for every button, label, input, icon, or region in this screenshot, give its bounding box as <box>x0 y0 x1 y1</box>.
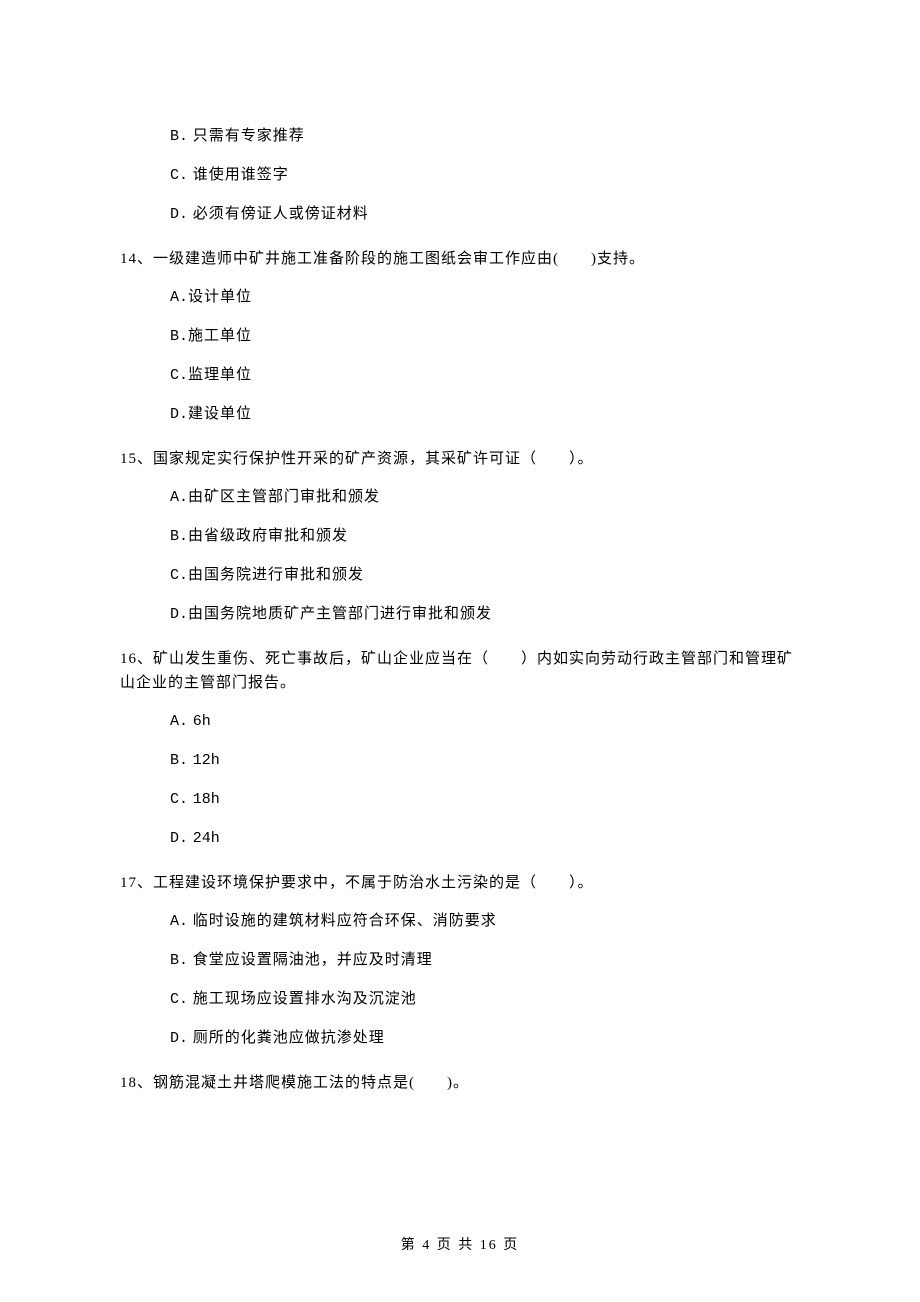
option-marker: B. <box>170 752 188 769</box>
option-marker: B. <box>170 528 188 545</box>
option-text: 必须有傍证人或傍证材料 <box>193 206 369 222</box>
option-text: 12h <box>193 752 220 769</box>
option-marker: D. <box>170 830 188 847</box>
option-15-c: C.由国务院进行审批和颁发 <box>170 563 800 588</box>
option-prev-c: C. 谁使用谁签字 <box>170 163 800 188</box>
question-16: 16、矿山发生重伤、死亡事故后，矿山企业应当在（ ）内如实向劳动行政主管部门和管… <box>120 647 800 695</box>
option-text: 由矿区主管部门审批和颁发 <box>188 489 380 505</box>
option-14-a: A.设计单位 <box>170 285 800 310</box>
option-text: 设计单位 <box>188 289 252 305</box>
option-text: 由国务院地质矿产主管部门进行审批和颁发 <box>188 606 492 622</box>
option-marker: D. <box>170 606 188 623</box>
option-14-d: D.建设单位 <box>170 402 800 427</box>
option-text: 由国务院进行审批和颁发 <box>188 567 364 583</box>
option-17-a: A. 临时设施的建筑材料应符合环保、消防要求 <box>170 909 800 934</box>
option-text: 24h <box>193 830 220 847</box>
option-marker: C. <box>170 367 188 384</box>
option-marker: C. <box>170 167 188 184</box>
option-marker: A. <box>170 489 188 506</box>
option-14-b: B.施工单位 <box>170 324 800 349</box>
option-marker: D. <box>170 206 188 223</box>
option-16-b: B. 12h <box>170 748 800 773</box>
option-marker: C. <box>170 991 188 1008</box>
question-15: 15、国家规定实行保护性开采的矿产资源，其采矿许可证（ ）。 <box>120 447 800 471</box>
option-marker: A. <box>170 289 188 306</box>
option-15-a: A.由矿区主管部门审批和颁发 <box>170 485 800 510</box>
option-marker: B. <box>170 952 188 969</box>
page-footer: 第 4 页 共 16 页 <box>0 1234 920 1254</box>
option-marker: A. <box>170 913 188 930</box>
option-marker: A. <box>170 713 188 730</box>
option-text: 6h <box>193 713 211 730</box>
option-text: 建设单位 <box>188 406 252 422</box>
option-15-b: B.由省级政府审批和颁发 <box>170 524 800 549</box>
option-marker: B. <box>170 128 188 145</box>
option-15-d: D.由国务院地质矿产主管部门进行审批和颁发 <box>170 602 800 627</box>
option-17-b: B. 食堂应设置隔油池，并应及时清理 <box>170 948 800 973</box>
question-18: 18、钢筋混凝土井塔爬模施工法的特点是( )。 <box>120 1071 800 1095</box>
option-14-c: C.监理单位 <box>170 363 800 388</box>
option-text: 食堂应设置隔油池，并应及时清理 <box>193 952 433 968</box>
page-content: B. 只需有专家推荐 C. 谁使用谁签字 D. 必须有傍证人或傍证材料 14、一… <box>0 0 920 1095</box>
option-marker: C. <box>170 567 188 584</box>
question-14: 14、一级建造师中矿井施工准备阶段的施工图纸会审工作应由( )支持。 <box>120 247 800 271</box>
option-text: 临时设施的建筑材料应符合环保、消防要求 <box>193 913 497 929</box>
option-text: 18h <box>193 791 220 808</box>
option-marker: B. <box>170 328 188 345</box>
option-prev-b: B. 只需有专家推荐 <box>170 124 800 149</box>
option-text: 由省级政府审批和颁发 <box>188 528 348 544</box>
option-16-d: D. 24h <box>170 826 800 851</box>
option-text: 监理单位 <box>188 367 252 383</box>
option-text: 施工单位 <box>188 328 252 344</box>
option-16-a: A. 6h <box>170 709 800 734</box>
option-marker: D. <box>170 406 188 423</box>
option-16-c: C. 18h <box>170 787 800 812</box>
option-marker: D. <box>170 1030 188 1047</box>
option-17-c: C. 施工现场应设置排水沟及沉淀池 <box>170 987 800 1012</box>
option-prev-d: D. 必须有傍证人或傍证材料 <box>170 202 800 227</box>
option-text: 厕所的化粪池应做抗渗处理 <box>193 1030 385 1046</box>
option-text: 施工现场应设置排水沟及沉淀池 <box>193 991 417 1007</box>
option-17-d: D. 厕所的化粪池应做抗渗处理 <box>170 1026 800 1051</box>
option-marker: C. <box>170 791 188 808</box>
option-text: 谁使用谁签字 <box>193 167 289 183</box>
option-text: 只需有专家推荐 <box>193 128 305 144</box>
question-17: 17、工程建设环境保护要求中，不属于防治水土污染的是（ ）。 <box>120 871 800 895</box>
